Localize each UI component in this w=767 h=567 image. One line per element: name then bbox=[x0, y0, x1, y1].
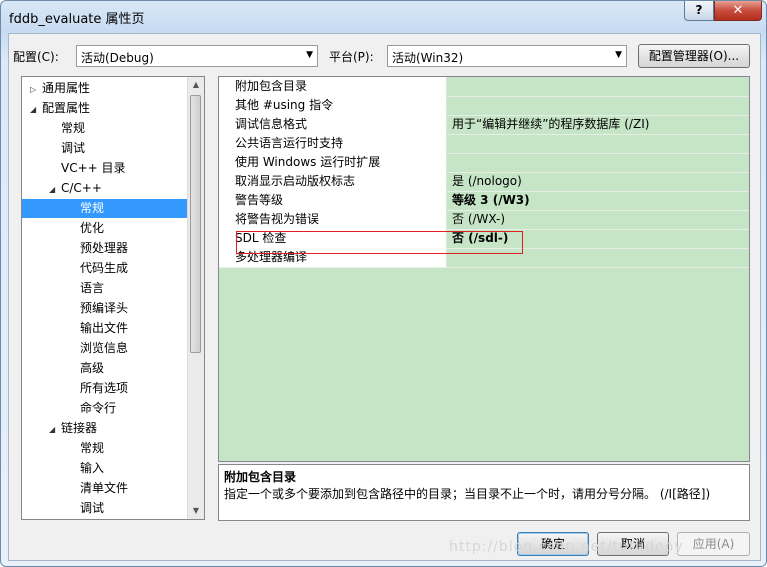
tree-item-label: 输入 bbox=[80, 461, 105, 475]
tree-item-label: 常规 bbox=[80, 201, 105, 215]
tree-item-label: 代码生成 bbox=[80, 261, 129, 275]
watermark: http://blog.csdn.net/tutudooy bbox=[449, 539, 684, 555]
tree-item-label: 命令行 bbox=[80, 401, 117, 415]
property-value[interactable]: 等级 3 (/W3) bbox=[448, 191, 748, 210]
dialog-content: 配置(C): 活动(Debug) ▼ 平台(P): 活动(Win32) ▼ 配置… bbox=[8, 33, 761, 561]
tree-item-label: 预处理器 bbox=[80, 241, 129, 255]
property-name: 警告等级 bbox=[219, 191, 447, 210]
platform-dropdown[interactable]: 活动(Win32) ▼ bbox=[387, 45, 627, 67]
property-name: 附加包含目录 bbox=[219, 77, 447, 96]
property-row[interactable]: 取消显示启动版权标志是 (/nologo) bbox=[219, 172, 749, 192]
category-tree[interactable]: ▷ 通用属性 ◢ 配置属性 常规 调试 VC++ 目录 ◢ C/C++ 常规 优化 预处理器 代码生成语… bbox=[21, 76, 205, 520]
property-pages-window: fddb_evaluate 属性页 ? ✕ 配置(C): 活动(Debug) ▼… bbox=[0, 0, 767, 567]
scroll-down-icon[interactable]: ▼ bbox=[188, 503, 204, 519]
expander-icon[interactable]: ▷ bbox=[30, 80, 42, 99]
scroll-thumb[interactable] bbox=[190, 95, 201, 353]
tree-item[interactable]: 调试 bbox=[22, 139, 188, 158]
tree-item-label: 输出文件 bbox=[80, 321, 129, 335]
tree-item[interactable]: 常规 bbox=[22, 199, 188, 218]
tree-item[interactable]: 命令行 bbox=[22, 399, 188, 418]
tree-item[interactable]: 高级 bbox=[22, 359, 188, 378]
tree-item-label: 语言 bbox=[80, 281, 105, 295]
scroll-up-icon[interactable]: ▲ bbox=[188, 77, 204, 93]
tree-item[interactable]: 代码生成 bbox=[22, 259, 188, 278]
tree-item-label: 清单文件 bbox=[80, 481, 129, 495]
property-name: 将警告视为错误 bbox=[219, 210, 447, 229]
property-value[interactable] bbox=[448, 134, 748, 153]
tree-item-label: 链接器 bbox=[61, 421, 98, 435]
tree-item-label: 高级 bbox=[80, 361, 105, 375]
close-button[interactable]: ✕ bbox=[714, 1, 762, 21]
expander-icon[interactable]: ◢ bbox=[49, 420, 61, 439]
property-value[interactable] bbox=[448, 77, 748, 96]
tree-item-label: 调试 bbox=[61, 141, 86, 155]
platform-label: 平台(P): bbox=[329, 50, 374, 64]
tree-item[interactable]: 清单文件 bbox=[22, 479, 188, 498]
property-name: 公共语言运行时支持 bbox=[219, 134, 447, 153]
property-row[interactable]: 使用 Windows 运行时扩展 bbox=[219, 153, 749, 173]
tree-item[interactable]: 浏览信息 bbox=[22, 339, 188, 358]
property-value[interactable]: 用于“编辑并继续”的程序数据库 (/ZI) bbox=[448, 115, 748, 134]
property-value[interactable]: 否 (/WX-) bbox=[448, 210, 748, 229]
tree-item[interactable]: 预处理器 bbox=[22, 239, 188, 258]
tree-item[interactable]: ◢ 配置属性 bbox=[22, 99, 188, 118]
tree-item-label: 浏览信息 bbox=[80, 341, 129, 355]
help-button[interactable]: ? bbox=[684, 1, 714, 21]
property-row[interactable]: 附加包含目录 bbox=[219, 77, 749, 97]
window-title: fddb_evaluate 属性页 bbox=[9, 12, 145, 27]
property-row[interactable]: 警告等级 等级 3 (/W3) bbox=[219, 191, 749, 211]
tree-item-label: VC++ 目录 bbox=[61, 161, 126, 175]
platform-dropdown-value: 活动(Win32) bbox=[392, 51, 464, 65]
tree-item-label: 常规 bbox=[61, 121, 86, 135]
property-row[interactable]: 其他 #using 指令 bbox=[219, 96, 749, 116]
config-label: 配置(C): bbox=[13, 50, 59, 64]
property-value[interactable] bbox=[448, 96, 748, 115]
tree-item-label: 调试 bbox=[80, 501, 105, 515]
property-value[interactable] bbox=[448, 153, 748, 172]
property-row[interactable]: 将警告视为错误否 (/WX-) bbox=[219, 210, 749, 230]
tree-item-label: 优化 bbox=[80, 221, 105, 235]
property-grid[interactable]: 附加包含目录 其他 #using 指令 调试信息格式 用于“编辑并继续”的程序数据库 … bbox=[218, 76, 750, 462]
chevron-down-icon: ▼ bbox=[306, 50, 313, 60]
description-title: 附加包含目录 bbox=[224, 470, 297, 484]
tree-item[interactable]: 常规 bbox=[22, 119, 188, 138]
property-name: 其他 #using 指令 bbox=[219, 96, 447, 115]
tree-item-label: C/C++ bbox=[61, 181, 102, 195]
config-dropdown[interactable]: 活动(Debug) ▼ bbox=[76, 45, 318, 67]
description-text: 指定一个或多个要添加到包含路径中的目录；当目录不止一个时，请用分号分隔。 (/I… bbox=[224, 487, 711, 501]
tree-item[interactable]: 常规 bbox=[22, 439, 188, 458]
tree-item-label: 通用属性 bbox=[42, 81, 91, 95]
config-dropdown-value: 活动(Debug) bbox=[81, 51, 154, 65]
property-name: 取消显示启动版权标志 bbox=[219, 172, 447, 191]
tree-item-label: 预编译头 bbox=[80, 301, 129, 315]
property-name: 使用 Windows 运行时扩展 bbox=[219, 153, 447, 172]
tree-item[interactable]: 输出文件 bbox=[22, 319, 188, 338]
property-value[interactable]: 是 (/nologo) bbox=[448, 172, 748, 191]
tree-item[interactable]: ◢ C/C++ bbox=[22, 179, 188, 198]
tree-item[interactable]: ▷ 通用属性 bbox=[22, 79, 188, 98]
config-manager-button[interactable]: 配置管理器(O)... bbox=[638, 44, 750, 68]
property-row[interactable]: 调试信息格式 用于“编辑并继续”的程序数据库 (/ZI) bbox=[219, 115, 749, 135]
tree-item[interactable]: 优化 bbox=[22, 219, 188, 238]
tree-item[interactable]: 调试 bbox=[22, 499, 188, 518]
tree-item[interactable]: 预编译头 bbox=[22, 299, 188, 318]
tree-item[interactable]: 所有选项 bbox=[22, 379, 188, 398]
tree-item-label: 所有选项 bbox=[80, 381, 129, 395]
tree-scrollbar[interactable]: ▲ ▼ bbox=[187, 77, 204, 519]
property-row[interactable]: 公共语言运行时支持 bbox=[219, 134, 749, 154]
description-panel: 附加包含目录 指定一个或多个要添加到包含路径中的目录；当目录不止一个时，请用分号… bbox=[218, 464, 750, 521]
tree-item-label: 常规 bbox=[80, 441, 105, 455]
expander-icon[interactable]: ◢ bbox=[30, 100, 42, 119]
tree-item-label: 配置属性 bbox=[42, 101, 91, 115]
title-bar: fddb_evaluate 属性页 ? ✕ bbox=[1, 1, 766, 33]
highlight-box bbox=[236, 231, 523, 254]
tree-item[interactable]: 输入 bbox=[22, 459, 188, 478]
apply-button[interactable]: 应用(A) bbox=[677, 532, 750, 556]
expander-icon[interactable]: ◢ bbox=[49, 180, 61, 199]
property-name: 调试信息格式 bbox=[219, 115, 447, 134]
chevron-down-icon: ▼ bbox=[615, 50, 622, 60]
tree-item[interactable]: 语言 bbox=[22, 279, 188, 298]
tree-item[interactable]: ◢ 链接器 bbox=[22, 419, 188, 438]
tree-item[interactable]: VC++ 目录 bbox=[22, 159, 188, 178]
